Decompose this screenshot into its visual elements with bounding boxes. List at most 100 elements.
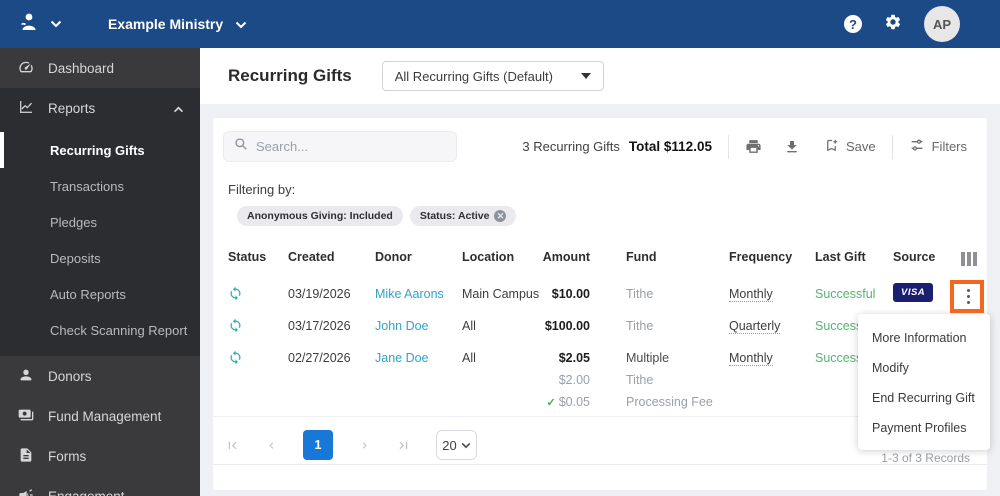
fund: Processing Fee — [626, 395, 713, 409]
save-view-button[interactable]: Save — [824, 138, 876, 156]
fund: Tithe — [626, 287, 654, 301]
sliders-icon — [909, 137, 925, 156]
check-icon: ✓ — [546, 397, 556, 409]
filters-label: Filters — [931, 139, 967, 154]
donor-link[interactable]: Jane Doe — [375, 347, 462, 369]
user-avatar[interactable]: AP — [924, 6, 960, 42]
sidebar-item-engagement[interactable]: Engagement — [0, 476, 200, 496]
col-amount[interactable]: Amount — [540, 250, 590, 264]
org-name: Example Ministry — [108, 16, 224, 32]
col-fund[interactable]: Fund — [590, 250, 729, 264]
page-size-value: 20 — [442, 437, 457, 453]
column-settings-icon[interactable] — [950, 252, 987, 266]
sidebar-item-donors[interactable]: Donors — [0, 356, 200, 396]
last-gift-status: Successful — [815, 287, 876, 301]
amount: $10.00 — [551, 287, 590, 301]
page-button-current[interactable]: 1 — [303, 430, 333, 460]
sidebar-item-fund-management[interactable]: Fund Management — [0, 396, 200, 436]
next-page-icon[interactable] — [358, 439, 371, 452]
location: All — [462, 319, 476, 333]
sidebar-subitem-recurring-gifts[interactable]: Recurring Gifts — [0, 132, 200, 168]
chip-label: Anonymous Giving: Included — [247, 210, 393, 222]
gift-total: Total $112.05 — [628, 139, 712, 154]
chevron-up-icon — [173, 101, 184, 116]
sidebar-subitem-check-scanning-report[interactable]: Check Scanning Report — [0, 312, 200, 348]
frequency[interactable]: Monthly — [729, 351, 773, 366]
page-size-select[interactable]: 20 — [436, 430, 477, 460]
recurring-status-icon[interactable] — [228, 347, 288, 368]
records-count: 1-3 of 3 Records — [881, 451, 970, 465]
subitem-label: Pledges — [50, 214, 97, 230]
org-switcher[interactable]: Example Ministry — [108, 16, 247, 32]
donor-link[interactable]: John Doe — [375, 315, 462, 337]
sidebar-subitem-deposits[interactable]: Deposits — [0, 240, 200, 276]
sidebar-item-label: Reports — [48, 100, 96, 116]
amount-total: $2.05 — [558, 351, 590, 365]
sidebar-item-label: Fund Management — [48, 408, 162, 424]
row-actions-kebab-icon[interactable] — [956, 283, 982, 309]
bookmark-add-icon — [824, 138, 839, 156]
print-button[interactable] — [745, 138, 762, 155]
frequency[interactable]: Monthly — [729, 287, 773, 302]
frequency[interactable]: Quarterly — [729, 319, 781, 334]
filters-button[interactable]: Filters — [909, 137, 967, 156]
top-navbar: Example Ministry ? AP — [0, 0, 1000, 48]
menu-item-end-recurring-gift[interactable]: End Recurring Gift — [858, 383, 990, 413]
gift-count: 3 Recurring Gifts — [522, 139, 620, 154]
sidebar-item-dashboard[interactable]: Dashboard — [0, 48, 200, 88]
table-toolbar: 3 Recurring Gifts Total $112.05 Save Fil… — [522, 131, 967, 162]
menu-item-more-information[interactable]: More Information — [858, 323, 990, 353]
visa-badge: VISA — [893, 283, 934, 302]
pagination: 1 20 — [225, 430, 477, 460]
amount: $100.00 — [544, 319, 590, 333]
help-icon[interactable]: ? — [844, 15, 862, 33]
download-button[interactable] — [784, 139, 800, 155]
save-label: Save — [845, 139, 876, 154]
subitem-label: Recurring Gifts — [50, 142, 145, 158]
dashboard-icon — [18, 59, 34, 78]
col-last-gift[interactable]: Last Gift — [815, 250, 893, 264]
col-donor[interactable]: Donor — [375, 250, 462, 264]
filter-chip-status-active[interactable]: Status: Active ✕ — [409, 206, 517, 226]
gear-icon[interactable] — [884, 13, 902, 36]
sidebar-subitem-transactions[interactable]: Transactions — [0, 168, 200, 204]
col-status[interactable]: Status — [228, 250, 288, 264]
document-icon — [18, 447, 34, 466]
filter-chips: Anonymous Giving: Included Status: Activ… — [237, 206, 517, 226]
chip-close-icon[interactable]: ✕ — [494, 210, 507, 222]
recurring-status-icon[interactable] — [228, 315, 288, 336]
created-date: 03/19/2026 — [288, 287, 351, 301]
megaphone-icon — [18, 487, 34, 496]
first-page-icon[interactable] — [225, 438, 240, 453]
sidebar-item-label: Forms — [48, 448, 87, 464]
last-page-icon[interactable] — [396, 438, 411, 453]
table-row: 03/19/2026 Mike Aarons Main Campus $10.0… — [228, 283, 987, 309]
prev-page-icon[interactable] — [265, 439, 278, 452]
col-frequency[interactable]: Frequency — [729, 250, 815, 264]
search-input[interactable] — [256, 139, 446, 154]
reports-section: Reports Recurring Gifts Transactions Ple… — [0, 88, 200, 356]
recurring-status-icon[interactable] — [228, 283, 288, 304]
menu-item-modify[interactable]: Modify — [858, 353, 990, 383]
menu-item-payment-profiles[interactable]: Payment Profiles — [858, 413, 990, 443]
sidebar-item-forms[interactable]: Forms — [0, 436, 200, 476]
col-created[interactable]: Created — [288, 250, 375, 264]
sidebar-item-reports[interactable]: Reports — [0, 88, 200, 128]
subitem-label: Deposits — [50, 250, 101, 266]
col-source[interactable]: Source — [893, 250, 950, 264]
filter-chip-anonymous-giving[interactable]: Anonymous Giving: Included — [237, 206, 403, 226]
dropdown-arrow-icon — [580, 73, 591, 79]
location: All — [462, 351, 476, 365]
col-location[interactable]: Location — [462, 250, 540, 264]
giving-profile-menu[interactable] — [16, 10, 62, 39]
search-icon — [234, 137, 248, 156]
sidebar-subitem-auto-reports[interactable]: Auto Reports — [0, 276, 200, 312]
divider — [891, 134, 893, 159]
row-actions-menu: More Information Modify End Recurring Gi… — [858, 314, 990, 450]
donor-link[interactable]: Mike Aarons — [375, 283, 462, 305]
fund: Tithe — [626, 319, 654, 333]
location: Main Campus — [462, 287, 540, 301]
sidebar-subitem-pledges[interactable]: Pledges — [0, 204, 200, 240]
report-view-select[interactable]: All Recurring Gifts (Default) — [381, 61, 604, 91]
content-header: Recurring Gifts All Recurring Gifts (Def… — [200, 48, 1000, 104]
